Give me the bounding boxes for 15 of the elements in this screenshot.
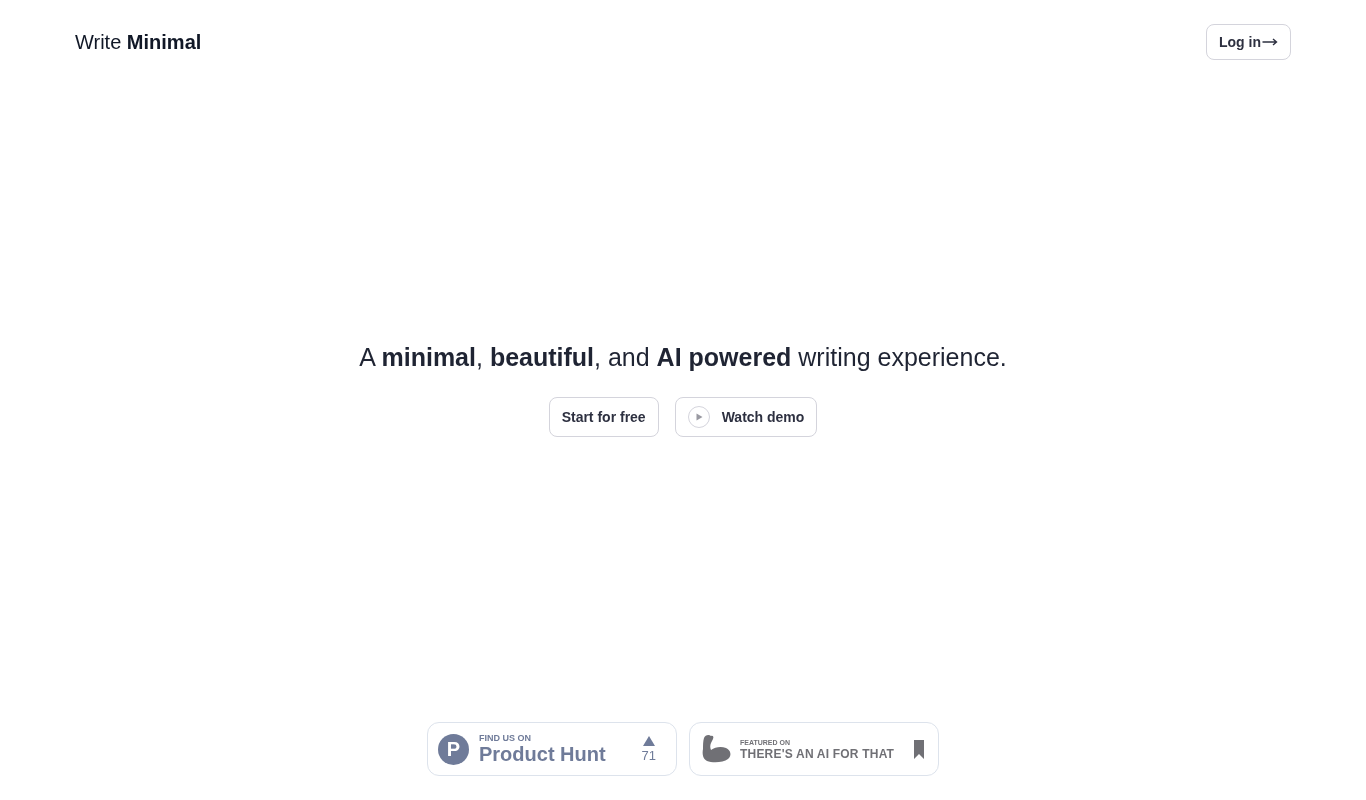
badge-overline: FIND US ON — [479, 733, 532, 743]
badge-title: Product Hunt — [479, 743, 607, 765]
bookmark-icon — [914, 739, 924, 759]
login-button[interactable]: Log in — [1206, 24, 1291, 60]
arrow-icon — [1262, 38, 1278, 46]
badge-title: THERE'S AN AI FOR THAT — [740, 746, 896, 761]
site-logo[interactable]: Write Minimal — [75, 28, 202, 56]
start-button[interactable]: Start for free — [548, 397, 659, 437]
upvote-triangle-icon — [642, 735, 655, 746]
flexed-arm-icon — [701, 734, 732, 764]
hero-headline: A minimal, beautiful, and AI powered writing experience. — [359, 342, 1007, 373]
product-hunt-logo: P — [438, 733, 469, 765]
upvote-count: 71 — [641, 748, 656, 763]
watch-demo-button[interactable]: Watch demo — [674, 397, 818, 437]
play-icon — [687, 406, 710, 428]
